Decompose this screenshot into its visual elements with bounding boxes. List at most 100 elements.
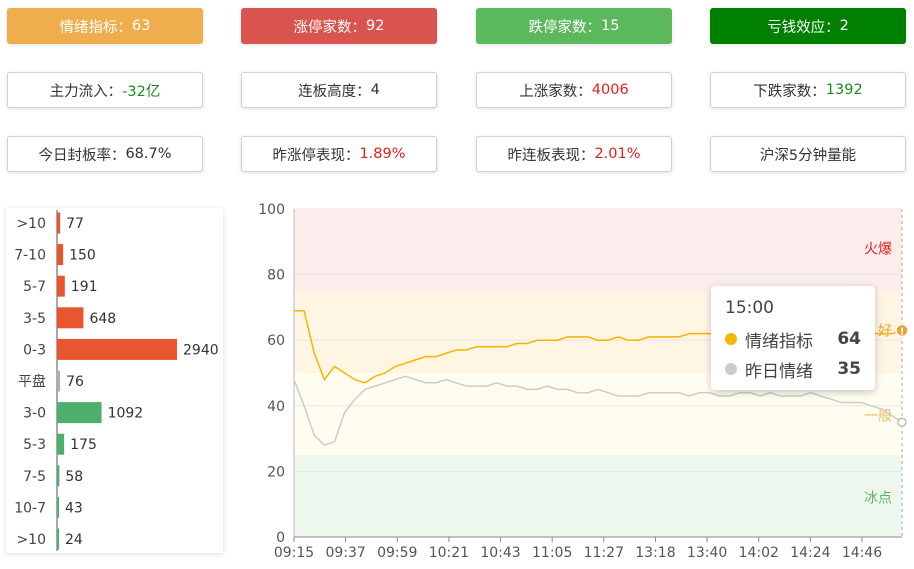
- tooltip-row-yesterday: 昨日情绪 35: [725, 354, 861, 384]
- distribution-bar: [57, 370, 61, 392]
- board-height-value: 4: [370, 82, 380, 98]
- y-tick-label: 20: [267, 464, 285, 480]
- limit-down-count-card[interactable]: 跌停家数： 15: [476, 8, 672, 44]
- sentiment-index-label: 情绪指标：: [59, 19, 133, 36]
- x-tick-label: 14:24: [790, 545, 830, 561]
- limit-up-count-value: 92: [366, 18, 385, 34]
- main-inflow-label: 主力流入：: [49, 83, 123, 100]
- board-height-card[interactable]: 连板高度： 4: [241, 72, 437, 108]
- distribution-value-label: 58: [65, 469, 83, 485]
- yesterday-dot-icon: [725, 363, 737, 375]
- yesterday-limit-up-performance-value: 1.89%: [359, 146, 406, 162]
- sentiment-index-card[interactable]: 情绪指标： 63: [7, 8, 203, 44]
- distribution-category-label: 10-7: [14, 500, 46, 516]
- distribution-category-label: 0-3: [23, 342, 46, 358]
- limit-up-count-label: 涨停家数：: [293, 19, 367, 36]
- distribution-value-label: 150: [69, 248, 96, 264]
- yesterday-consecutive-board-performance-label: 昨连板表现：: [507, 147, 595, 164]
- distribution-bar: [57, 402, 102, 424]
- distribution-value-label: 175: [70, 437, 97, 453]
- fall-count-label: 下跌家数：: [753, 83, 826, 100]
- distribution-category-label: 5-7: [23, 279, 46, 295]
- seal-rate-label: 今日封板率：: [38, 147, 126, 164]
- change-distribution-panel: >10 77 7-10 150 5-7 191 3-5 648 0-3 2940 平盘 76 3-0 10…: [6, 208, 223, 553]
- distribution-value-label: 1092: [108, 406, 144, 422]
- y-tick-label: 80: [267, 268, 285, 284]
- tooltip-series-value: 64: [837, 329, 861, 349]
- tooltip-series-name: 情绪指标: [745, 331, 813, 352]
- marker-exclamation-icon: !: [900, 326, 905, 337]
- x-tick-label: 14:02: [739, 545, 779, 561]
- distribution-category-label: 3-5: [23, 311, 46, 327]
- x-tick-label: 09:37: [325, 545, 365, 561]
- loss-effect-card[interactable]: 亏钱效应： 2: [710, 8, 906, 44]
- distribution-category-label: >10: [16, 532, 46, 548]
- limit-up-count-card[interactable]: 涨停家数： 92: [241, 8, 437, 44]
- zone-label: 一般: [864, 409, 892, 425]
- sentiment-index-value: 63: [132, 18, 151, 34]
- loss-effect-value: 2: [839, 18, 849, 34]
- distribution-category-label: >10: [16, 216, 46, 232]
- x-tick-label: 11:05: [532, 545, 572, 561]
- seal-rate-card[interactable]: 今日封板率： 68.7%: [7, 136, 203, 172]
- distribution-bar: [57, 244, 64, 266]
- limit-down-count-value: 15: [601, 18, 620, 34]
- sentiment-zone-band: [294, 455, 902, 537]
- distribution-value-label: 76: [66, 374, 84, 390]
- yesterday-limit-up-performance-card[interactable]: 昨涨停表现： 1.89%: [241, 136, 437, 172]
- distribution-value-label: 648: [89, 311, 116, 327]
- distribution-category-label: 5-3: [23, 437, 46, 453]
- zone-label: 冰点: [864, 491, 892, 507]
- chart-tooltip: 15:00 情绪指标 64 昨日情绪 35: [711, 286, 875, 390]
- board-height-label: 连板高度：: [298, 83, 371, 100]
- distribution-category-label: 7-10: [14, 248, 46, 264]
- tooltip-time: 15:00: [725, 298, 774, 318]
- x-tick-label: 09:15: [274, 545, 314, 561]
- distribution-bar: [57, 307, 84, 329]
- zone-label: 好: [878, 323, 892, 339]
- x-tick-label: 09:59: [377, 545, 417, 561]
- distribution-category-label: 平盘: [18, 373, 46, 390]
- distribution-bar: [57, 338, 177, 360]
- fall-count-card[interactable]: 下跌家数： 1392: [710, 72, 906, 108]
- tooltip-series-value: 35: [837, 359, 861, 379]
- tooltip-row-sentiment: 情绪指标 64: [725, 324, 861, 354]
- volume-5min-label: 沪深5分钟量能: [759, 147, 857, 164]
- rise-count-value: 4006: [591, 82, 629, 98]
- sentiment-dot-icon: [725, 333, 737, 345]
- fall-count-value: 1392: [825, 82, 863, 98]
- y-tick-label: 40: [267, 399, 285, 415]
- x-tick-label: 13:40: [687, 545, 727, 561]
- distribution-value-label: 43: [65, 500, 83, 516]
- yesterday-marker-icon: [897, 417, 907, 427]
- loss-effect-label: 亏钱效应：: [767, 19, 840, 36]
- volume-5min-card[interactable]: 沪深5分钟量能: [710, 136, 906, 172]
- yesterday-consecutive-board-performance-value: 2.01%: [594, 146, 641, 162]
- x-tick-label: 10:43: [480, 545, 520, 561]
- y-tick-label: 60: [267, 333, 285, 349]
- distribution-bar: [57, 433, 65, 455]
- x-tick-label: 10:21: [429, 545, 469, 561]
- distribution-value-label: 77: [66, 216, 84, 232]
- sentiment-zone-band: [294, 209, 902, 291]
- x-tick-label: 13:18: [635, 545, 675, 561]
- seal-rate-value: 68.7%: [125, 146, 172, 162]
- rise-count-card[interactable]: 上涨家数： 4006: [476, 72, 672, 108]
- main-inflow-card[interactable]: 主力流入： -32亿: [7, 72, 203, 108]
- yesterday-limit-up-performance-label: 昨涨停表现：: [272, 147, 360, 164]
- distribution-bar: [57, 212, 61, 234]
- main-inflow-value: -32亿: [122, 83, 161, 100]
- rise-count-label: 上涨家数：: [519, 83, 592, 100]
- zone-label: 火爆: [864, 241, 892, 257]
- distribution-category-label: 3-0: [23, 406, 46, 422]
- distribution-category-label: 7-5: [23, 469, 46, 485]
- x-tick-label: 11:27: [584, 545, 624, 561]
- y-tick-label: 0: [276, 530, 285, 546]
- x-tick-label: 14:46: [842, 545, 882, 561]
- distribution-bar: [57, 496, 59, 518]
- distribution-bar: [57, 275, 65, 297]
- distribution-value-label: 2940: [183, 342, 219, 358]
- yesterday-consecutive-board-performance-card[interactable]: 昨连板表现： 2.01%: [476, 136, 672, 172]
- distribution-value-label: 24: [65, 532, 83, 548]
- y-tick-label: 100: [258, 202, 285, 218]
